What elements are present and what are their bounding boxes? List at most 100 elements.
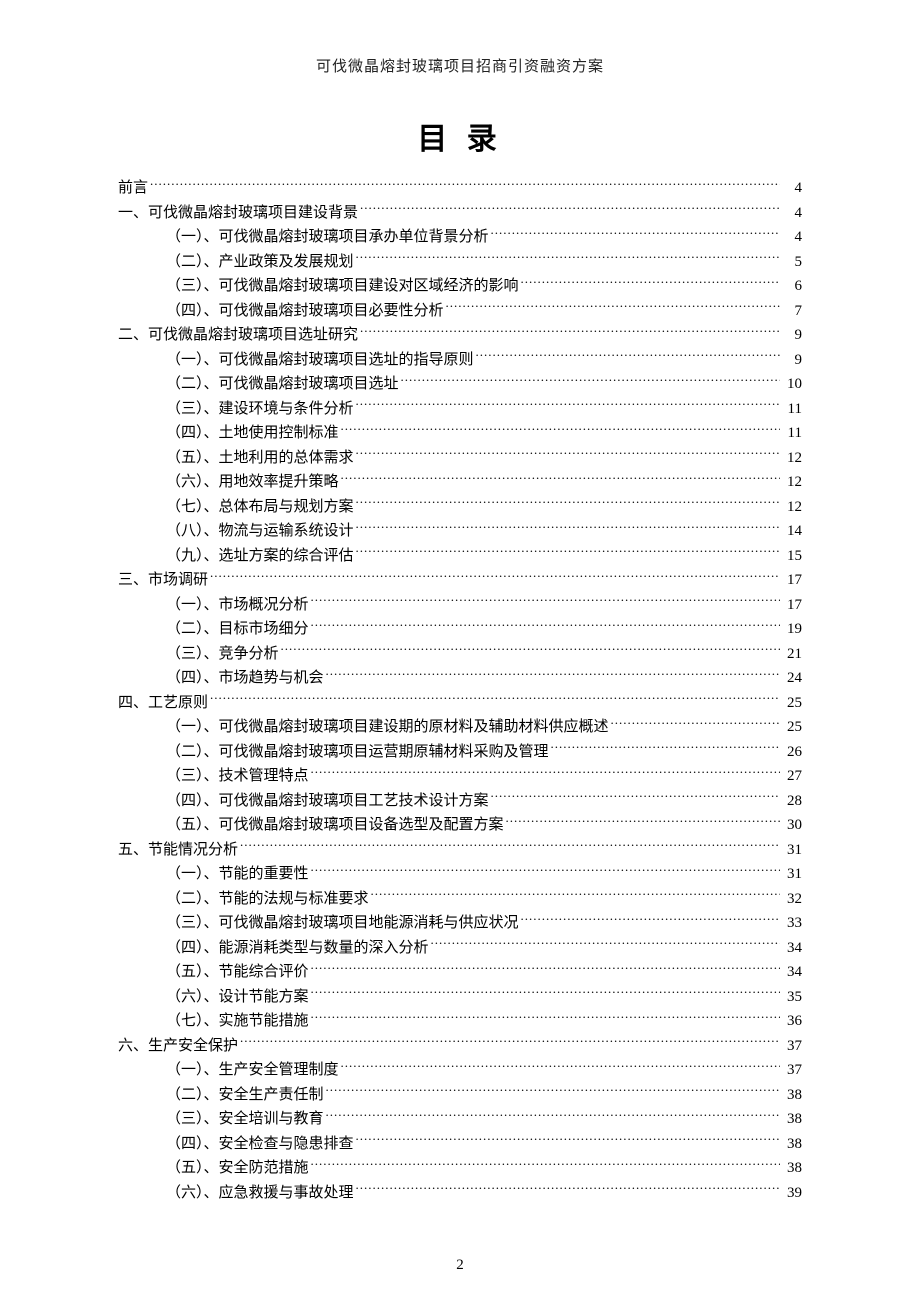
toc-leader-dots	[611, 716, 780, 731]
toc-entry-label: （二）、目标市场细分	[166, 617, 309, 642]
toc-entry[interactable]: （七）、总体布局与规划方案12	[118, 495, 802, 520]
toc-entry[interactable]: （三）、可伐微晶熔封玻璃项目地能源消耗与供应状况33	[118, 911, 802, 936]
toc-leader-dots	[356, 398, 780, 413]
toc-entry-page: 12	[782, 495, 802, 520]
toc-entry[interactable]: 四、工艺原则25	[118, 691, 802, 716]
toc-entry-page: 28	[782, 789, 802, 814]
toc-entry-label: （三）、可伐微晶熔封玻璃项目建设对区域经济的影响	[166, 274, 519, 299]
toc-entry[interactable]: （二）、安全生产责任制 38	[118, 1083, 802, 1108]
toc-entry[interactable]: （七）、实施节能措施 36	[118, 1009, 802, 1034]
toc-entry-label: （四）、可伐微晶熔封玻璃项目工艺技术设计方案	[166, 789, 489, 814]
toc-entry-label: （八）、物流与运输系统设计	[166, 519, 354, 544]
running-header: 可伐微晶熔封玻璃项目招商引资融资方案	[118, 55, 802, 76]
toc-entry-page: 4	[782, 201, 802, 226]
toc-entry-label: 五、节能情况分析	[118, 838, 238, 863]
toc-entry[interactable]: （六）、用地效率提升策略12	[118, 470, 802, 495]
toc-entry-label: 四、工艺原则	[118, 691, 208, 716]
toc-entry[interactable]: （六）、应急救援与事故处理39	[118, 1181, 802, 1206]
toc-entry-label: （一）、可伐微晶熔封玻璃项目选址的指导原则	[166, 348, 474, 373]
toc-entry[interactable]: （二）、可伐微晶熔封玻璃项目选址10	[118, 372, 802, 397]
toc-leader-dots	[446, 300, 780, 315]
toc-entry-label: （五）、节能综合评价	[166, 960, 309, 985]
toc-entry-label: （五）、可伐微晶熔封玻璃项目设备选型及配置方案	[166, 813, 504, 838]
toc-entry-page: 12	[782, 470, 802, 495]
toc-leader-dots	[371, 888, 780, 903]
toc-entry-page: 31	[782, 838, 802, 863]
toc-entry-page: 36	[782, 1009, 802, 1034]
toc-entry-page: 25	[782, 715, 802, 740]
toc-entry-page: 6	[782, 274, 802, 299]
toc-entry-page: 38	[782, 1156, 802, 1181]
toc-entry[interactable]: 前言4	[118, 176, 802, 201]
page-title: 目 录	[118, 114, 802, 158]
toc-leader-dots	[506, 814, 780, 829]
toc-entry-page: 11	[782, 421, 802, 446]
toc-entry[interactable]: （二）、节能的法规与标准要求32	[118, 887, 802, 912]
toc-leader-dots	[356, 447, 780, 462]
toc-entry[interactable]: （一）、生产安全管理制度37	[118, 1058, 802, 1083]
toc-entry-page: 15	[782, 544, 802, 569]
toc-entry[interactable]: （九）、选址方案的综合评估 15	[118, 544, 802, 569]
toc-entry[interactable]: （五）、节能综合评价 34	[118, 960, 802, 985]
toc-entry-label: （二）、安全生产责任制	[166, 1083, 324, 1108]
toc-entry[interactable]: （三）、技术管理特点27	[118, 764, 802, 789]
toc-entry[interactable]: （四）、能源消耗类型与数量的深入分析 34	[118, 936, 802, 961]
toc-entry-page: 38	[782, 1083, 802, 1108]
toc-leader-dots	[521, 275, 780, 290]
toc-entry[interactable]: 三、市场调研17	[118, 568, 802, 593]
toc-entry[interactable]: （一）、可伐微晶熔封玻璃项目选址的指导原则 9	[118, 348, 802, 373]
toc-entry[interactable]: （一）、可伐微晶熔封玻璃项目承办单位背景分析4	[118, 225, 802, 250]
toc-entry-label: （四）、能源消耗类型与数量的深入分析	[166, 936, 429, 961]
toc-entry-label: （九）、选址方案的综合评估	[166, 544, 354, 569]
toc-entry[interactable]: （五）、可伐微晶熔封玻璃项目设备选型及配置方案30	[118, 813, 802, 838]
toc-entry[interactable]: （二）、目标市场细分19	[118, 617, 802, 642]
toc-entry-page: 34	[782, 960, 802, 985]
toc-entry[interactable]: （八）、物流与运输系统设计 14	[118, 519, 802, 544]
toc-entry-page: 17	[782, 593, 802, 618]
toc-entry[interactable]: （五）、安全防范措施38	[118, 1156, 802, 1181]
toc-leader-dots	[356, 496, 780, 511]
toc-entry[interactable]: （三）、安全培训与教育38	[118, 1107, 802, 1132]
toc-entry[interactable]: （三）、建设环境与条件分析11	[118, 397, 802, 422]
toc-entry-label: （三）、技术管理特点	[166, 764, 309, 789]
toc-entry-page: 26	[782, 740, 802, 765]
toc-leader-dots	[341, 471, 780, 486]
toc-entry[interactable]: （一）、节能的重要性31	[118, 862, 802, 887]
toc-entry-label: （七）、实施节能措施	[166, 1009, 309, 1034]
toc-entry-page: 24	[782, 666, 802, 691]
toc-leader-dots	[210, 569, 780, 584]
toc-leader-dots	[476, 349, 780, 364]
toc-entry[interactable]: 一、可伐微晶熔封玻璃项目建设背景4	[118, 201, 802, 226]
toc-entry-label: （二）、可伐微晶熔封玻璃项目选址	[166, 372, 399, 397]
toc-entry[interactable]: （四）、市场趋势与机会24	[118, 666, 802, 691]
toc-entry[interactable]: （五）、土地利用的总体需求12	[118, 446, 802, 471]
toc-leader-dots	[311, 618, 780, 633]
toc-entry[interactable]: （三）、可伐微晶熔封玻璃项目建设对区域经济的影响 6	[118, 274, 802, 299]
toc-entry[interactable]: （六）、设计节能方案35	[118, 985, 802, 1010]
toc-entry-label: 三、市场调研	[118, 568, 208, 593]
toc-entry-page: 34	[782, 936, 802, 961]
toc-entry-page: 32	[782, 887, 802, 912]
toc-entry-label: （三）、竞争分析	[166, 642, 279, 667]
toc-entry[interactable]: （一）、可伐微晶熔封玻璃项目建设期的原材料及辅助材料供应概述25	[118, 715, 802, 740]
toc-entry[interactable]: （四）、可伐微晶熔封玻璃项目必要性分析7	[118, 299, 802, 324]
toc-entry-label: （三）、可伐微晶熔封玻璃项目地能源消耗与供应状况	[166, 911, 519, 936]
toc-entry[interactable]: （二）、产业政策及发展规划5	[118, 250, 802, 275]
toc-entry[interactable]: 二、可伐微晶熔封玻璃项目选址研究9	[118, 323, 802, 348]
toc-entry[interactable]: （二）、可伐微晶熔封玻璃项目运营期原辅材料采购及管理26	[118, 740, 802, 765]
toc-leader-dots	[311, 765, 780, 780]
toc-leader-dots	[521, 912, 780, 927]
toc-entry[interactable]: （一）、市场概况分析17	[118, 593, 802, 618]
toc-entry-page: 9	[782, 348, 802, 373]
toc-leader-dots	[240, 1035, 780, 1050]
toc-entry[interactable]: （三）、竞争分析 21	[118, 642, 802, 667]
toc-leader-dots	[551, 741, 780, 756]
toc-entry[interactable]: （四）、安全检查与隐患排查38	[118, 1132, 802, 1157]
toc-entry-page: 14	[782, 519, 802, 544]
toc-entry[interactable]: （四）、可伐微晶熔封玻璃项目工艺技术设计方案 28	[118, 789, 802, 814]
toc-entry[interactable]: 六、生产安全保护37	[118, 1034, 802, 1059]
toc-entry-page: 21	[782, 642, 802, 667]
toc-entry-label: 六、生产安全保护	[118, 1034, 238, 1059]
toc-entry[interactable]: 五、节能情况分析 31	[118, 838, 802, 863]
toc-entry[interactable]: （四）、土地使用控制标准11	[118, 421, 802, 446]
